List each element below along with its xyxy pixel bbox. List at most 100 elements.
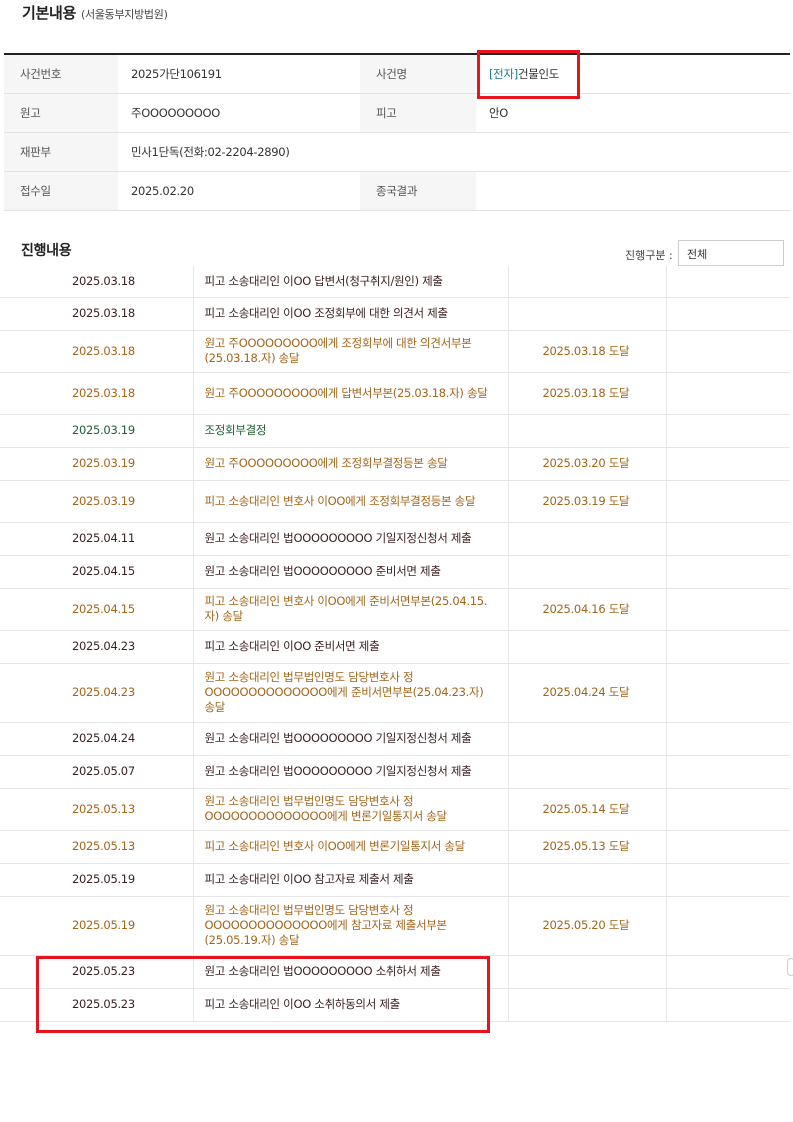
progress-row: 2025.04.24 원고 소송대리인 법OOOOOOOOO 기일지정신청서 제출 bbox=[0, 722, 790, 756]
progress-row: 2025.03.19 피고 소송대리인 변호사 이OO에게 조정회부결정등본 송달… bbox=[0, 480, 790, 523]
progress-row: 2025.04.15 원고 소송대리인 법OOOOOOOOO 준비서면 제출 bbox=[0, 555, 790, 589]
progress-result: 2025.03.18 도달 bbox=[508, 330, 667, 373]
progress-result: 2025.05.14 도달 bbox=[508, 788, 667, 831]
progress-extra bbox=[666, 830, 790, 864]
progress-result bbox=[508, 863, 667, 897]
progress-date: 2025.05.07 bbox=[0, 755, 194, 789]
progress-date: 2025.04.15 bbox=[0, 588, 194, 631]
progress-extra bbox=[666, 755, 790, 789]
progress-filter-select[interactable]: 전체 bbox=[678, 240, 784, 266]
progress-content: 원고 소송대리인 법무법인명도 담당변호사 정OOOOOOOOOOOOOO에게 … bbox=[193, 896, 509, 956]
progress-row: 2025.03.18 원고 주OOOOOOOOO에게 답변서부본(25.03.18… bbox=[0, 372, 790, 415]
progress-extra bbox=[666, 955, 790, 989]
progress-row: 2025.04.15 피고 소송대리인 변호사 이OO에게 준비서면부본(25.0… bbox=[0, 588, 790, 631]
defendant-label: 피고 bbox=[360, 93, 476, 133]
case-name-label: 사건명 bbox=[360, 54, 476, 94]
progress-row: 2025.05.19 피고 소송대리인 이OO 참고자료 제출서 제출 bbox=[0, 863, 790, 897]
progress-row: 2025.05.13 피고 소송대리인 변호사 이OO에게 변론기일통지서 송달 2… bbox=[0, 830, 790, 864]
progress-date: 2025.05.13 bbox=[0, 830, 194, 864]
progress-extra bbox=[666, 330, 790, 373]
progress-result bbox=[508, 988, 667, 1022]
defendant-value: 안O bbox=[476, 93, 790, 133]
progress-date: 2025.03.18 bbox=[0, 297, 194, 331]
progress-extra bbox=[666, 297, 790, 331]
final-result-label: 종국결과 bbox=[360, 171, 476, 211]
progress-result: 2025.04.24 도달 bbox=[508, 663, 667, 723]
progress-extra bbox=[666, 447, 790, 481]
progress-row: 2025.03.18 피고 소송대리인 이OO 조정회부에 대한 의견서 제출 bbox=[0, 297, 790, 331]
progress-result bbox=[508, 266, 667, 298]
filter-label: 진행구분 : bbox=[625, 249, 673, 262]
progress-row: 2025.03.19 조정회부결정 bbox=[0, 414, 790, 448]
progress-content: 피고 소송대리인 변호사 이OO에게 변론기일통지서 송달 bbox=[193, 830, 509, 864]
info-row: 접수일 2025.02.20 종국결과 bbox=[4, 171, 790, 211]
progress-date: 2025.05.13 bbox=[0, 788, 194, 831]
progress-content: 원고 소송대리인 법OOOOOOOOO 기일지정신청서 제출 bbox=[193, 722, 509, 756]
progress-result: 2025.04.16 도달 bbox=[508, 588, 667, 631]
progress-date: 2025.04.24 bbox=[0, 722, 194, 756]
progress-content: 피고 소송대리인 이OO 조정회부에 대한 의견서 제출 bbox=[193, 297, 509, 331]
progress-result: 2025.05.20 도달 bbox=[508, 896, 667, 956]
progress-result bbox=[508, 955, 667, 989]
progress-extra bbox=[666, 480, 790, 523]
progress-extra bbox=[666, 988, 790, 1022]
progress-date: 2025.03.19 bbox=[0, 447, 194, 481]
progress-result bbox=[508, 722, 667, 756]
progress-content: 원고 소송대리인 법OOOOOOOOO 기일지정신청서 제출 bbox=[193, 755, 509, 789]
progress-row: 2025.03.18 피고 소송대리인 이OO 답변서(청구취지/원인) 제출 bbox=[0, 266, 790, 298]
progress-table: 2025.03.18 피고 소송대리인 이OO 답변서(청구취지/원인) 제출 20… bbox=[0, 266, 790, 1022]
progress-extra bbox=[666, 863, 790, 897]
progress-extra bbox=[666, 555, 790, 589]
progress-date: 2025.05.19 bbox=[0, 863, 194, 897]
info-row: 사건번호 2025가단106191 사건명 [전자]건물인도 bbox=[4, 54, 790, 94]
filed-date-value: 2025.02.20 bbox=[118, 171, 360, 211]
filed-date-label: 접수일 bbox=[4, 171, 118, 211]
progress-result bbox=[508, 555, 667, 589]
progress-extra bbox=[666, 414, 790, 448]
progress-extra bbox=[666, 588, 790, 631]
progress-content: 원고 소송대리인 법무법인명도 담당변호사 정OOOOOOOOOOOOOO에게 … bbox=[193, 663, 509, 723]
progress-content: 피고 소송대리인 이OO 준비서면 제출 bbox=[193, 630, 509, 664]
scrollbar-handle[interactable] bbox=[787, 958, 793, 976]
progress-extra bbox=[666, 896, 790, 956]
progress-content: 원고 주OOOOOOOOO에게 조정회부에 대한 의견서부본(25.03.18.… bbox=[193, 330, 509, 373]
highlight-box-case-name bbox=[477, 50, 580, 99]
progress-result bbox=[508, 522, 667, 556]
plaintiff-value: 주OOOOOOOOO bbox=[118, 93, 360, 133]
case-number-label: 사건번호 bbox=[4, 54, 118, 94]
info-row: 원고 주OOOOOOOOO 피고 안O bbox=[4, 93, 790, 133]
progress-date: 2025.03.18 bbox=[0, 266, 194, 298]
progress-date: 2025.04.23 bbox=[0, 630, 194, 664]
progress-content: 피고 소송대리인 변호사 이OO에게 준비서면부본(25.04.15.자) 송달 bbox=[193, 588, 509, 631]
progress-date: 2025.05.19 bbox=[0, 896, 194, 956]
division-label: 재판부 bbox=[4, 132, 118, 172]
progress-content: 피고 소송대리인 이OO 답변서(청구취지/원인) 제출 bbox=[193, 266, 509, 298]
case-info-table: 사건번호 2025가단106191 사건명 [전자]건물인도 원고 주OOOOO… bbox=[4, 53, 790, 211]
progress-extra bbox=[666, 630, 790, 664]
progress-content: 원고 소송대리인 법OOOOOOOOO 기일지정신청서 제출 bbox=[193, 522, 509, 556]
progress-row: 2025.03.19 원고 주OOOOOOOOO에게 조정회부결정등본 송달 202… bbox=[0, 447, 790, 481]
progress-result bbox=[508, 630, 667, 664]
case-number-value: 2025가단106191 bbox=[118, 54, 360, 94]
progress-date: 2025.03.19 bbox=[0, 414, 194, 448]
progress-date: 2025.04.11 bbox=[0, 522, 194, 556]
plaintiff-label: 원고 bbox=[4, 93, 118, 133]
progress-date: 2025.03.18 bbox=[0, 330, 194, 373]
info-row: 재판부 민사1단독(전화:02-2204-2890) bbox=[4, 132, 790, 172]
progress-result bbox=[508, 755, 667, 789]
progress-row: 2025.03.18 원고 주OOOOOOOOO에게 조정회부에 대한 의견서부본… bbox=[0, 330, 790, 373]
progress-extra bbox=[666, 522, 790, 556]
progress-date: 2025.03.19 bbox=[0, 480, 194, 523]
progress-result: 2025.03.18 도달 bbox=[508, 372, 667, 415]
progress-row: 2025.04.23 피고 소송대리인 이OO 준비서면 제출 bbox=[0, 630, 790, 664]
progress-content: 피고 소송대리인 이OO 참고자료 제출서 제출 bbox=[193, 863, 509, 897]
progress-result: 2025.03.19 도달 bbox=[508, 480, 667, 523]
progress-title: 진행내용 bbox=[21, 243, 72, 259]
progress-content: 원고 주OOOOOOOOO에게 답변서부본(25.03.18.자) 송달 bbox=[193, 372, 509, 415]
progress-extra bbox=[666, 372, 790, 415]
progress-content: 원고 소송대리인 법무법인명도 담당변호사 정OOOOOOOOOOOOOO에게 … bbox=[193, 788, 509, 831]
progress-content: 피고 소송대리인 변호사 이OO에게 조정회부결정등본 송달 bbox=[193, 480, 509, 523]
progress-extra bbox=[666, 788, 790, 831]
progress-date: 2025.04.23 bbox=[0, 663, 194, 723]
progress-result bbox=[508, 297, 667, 331]
